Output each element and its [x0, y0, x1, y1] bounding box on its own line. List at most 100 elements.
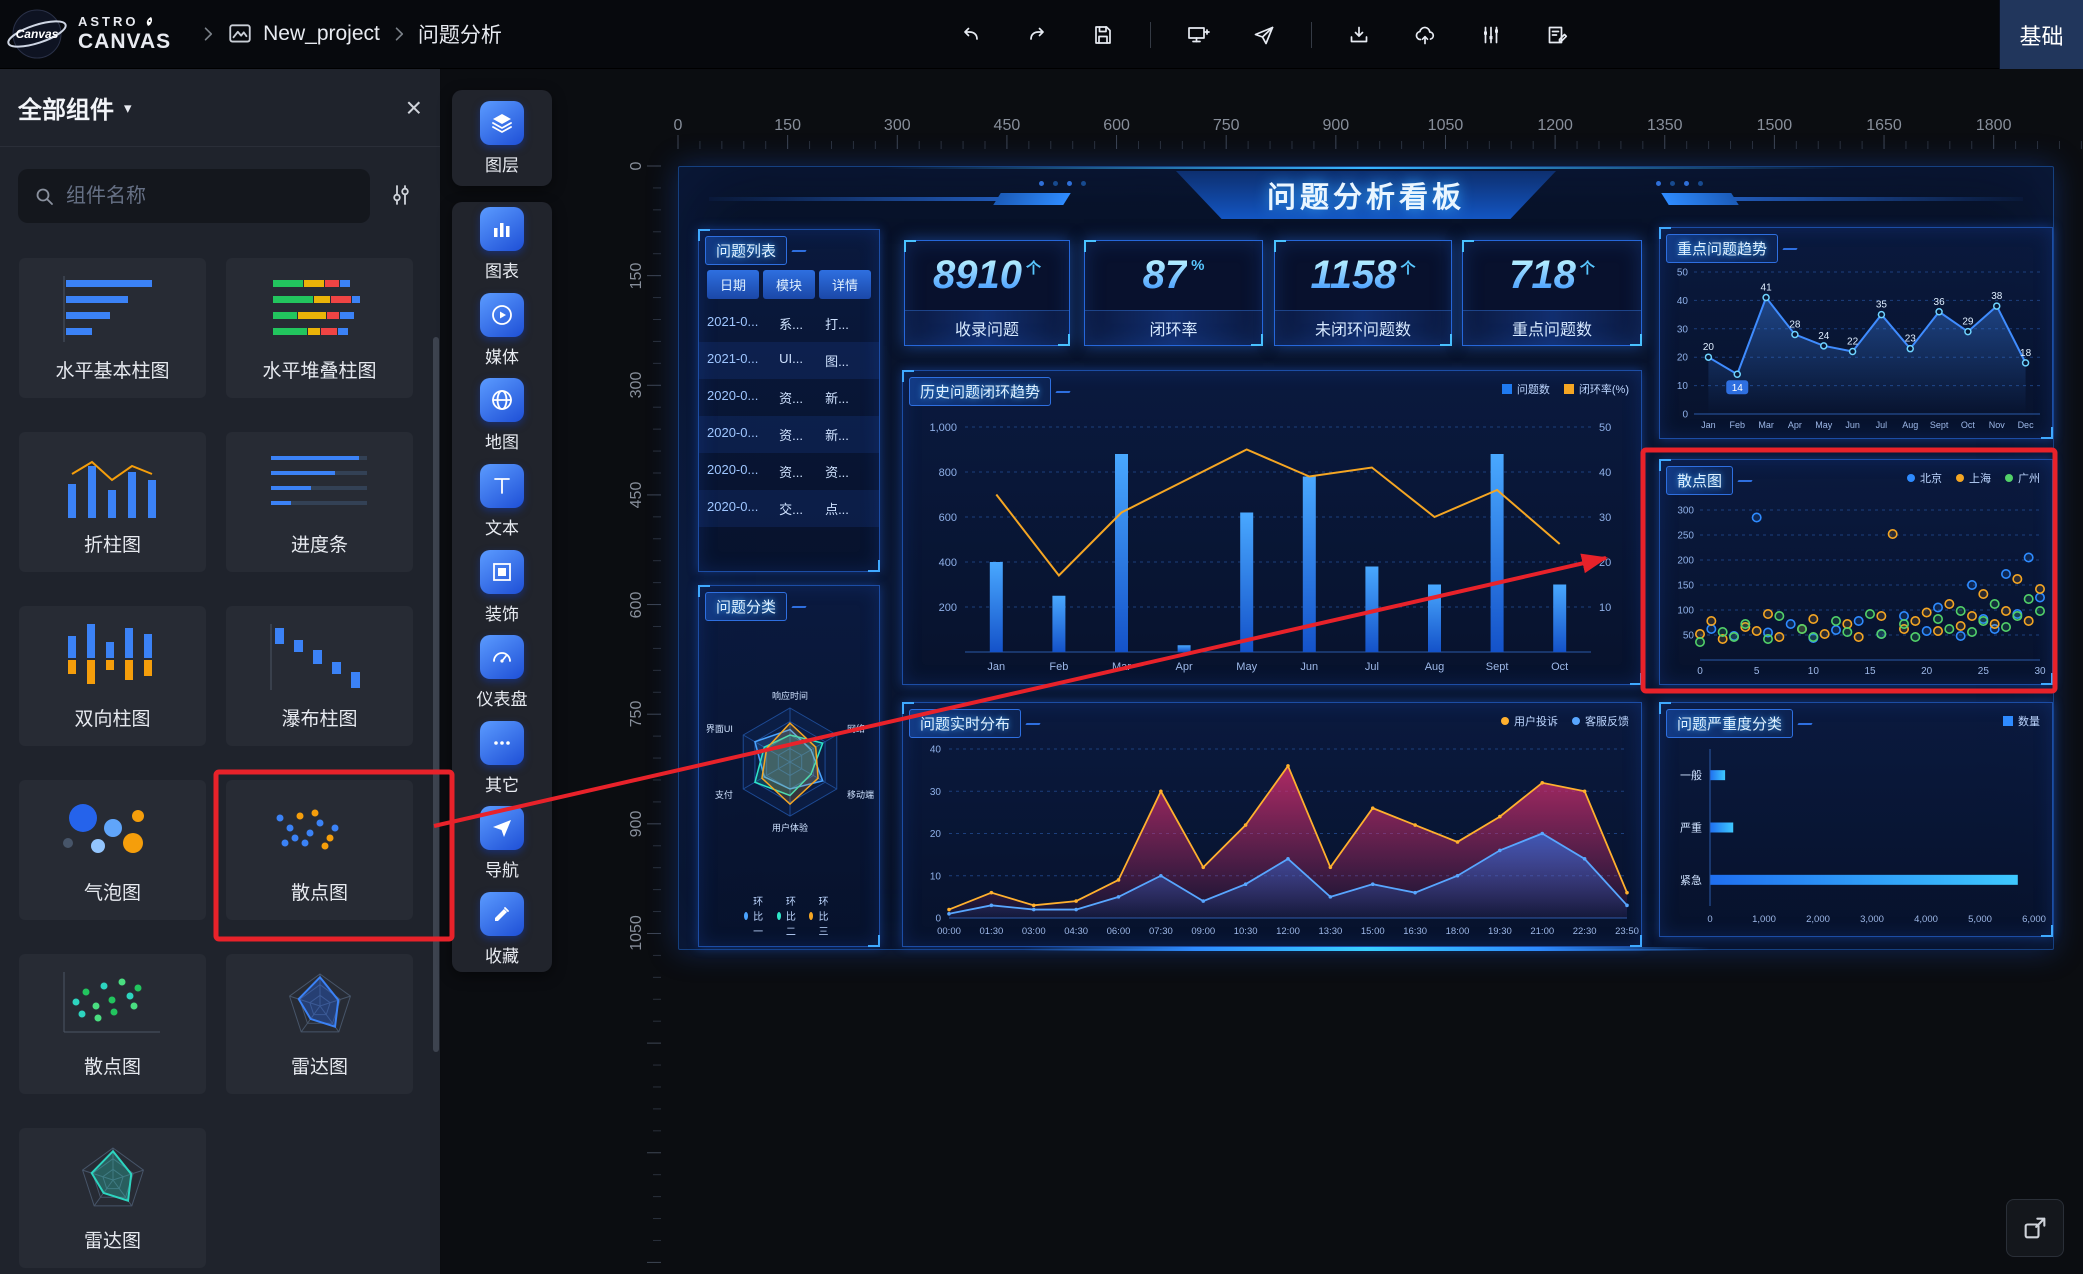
realtime-distribution-panel[interactable]: 问题实时分布 用户投诉客服反馈 01020304000:0001:3003:00…	[902, 702, 1642, 947]
filter-button[interactable]	[386, 181, 416, 211]
table-row[interactable]: 2020-0...资...资...	[699, 453, 879, 490]
table-cell: UI...	[779, 351, 825, 370]
component-card-waterfall[interactable]: 瀑布柱图	[226, 606, 413, 746]
category-layers[interactable]: 图层	[452, 90, 552, 186]
svg-text:41: 41	[1761, 283, 1773, 294]
category-gauge[interactable]: 仪表盘	[452, 630, 552, 716]
component-label: 水平基本柱图	[55, 356, 169, 383]
table-row[interactable]: 2021-0...系...打...	[699, 305, 879, 342]
basic-mode-button[interactable]: 基础	[1999, 0, 2083, 69]
svg-text:50: 50	[1677, 268, 1689, 279]
svg-text:1,000: 1,000	[1752, 914, 1776, 925]
kpi-value: 87	[1143, 253, 1188, 298]
chart-legend: 用户投诉客服反馈	[1501, 713, 1629, 729]
category-label: 仪表盘	[477, 685, 528, 710]
svg-text:10: 10	[1677, 381, 1689, 392]
legend-label: 数量	[2018, 713, 2040, 729]
column-header[interactable]: 模块	[763, 270, 815, 299]
kpi-card[interactable]: 8910个收录问题	[904, 240, 1070, 346]
layers-icon	[480, 101, 524, 145]
svg-text:3,000: 3,000	[1860, 914, 1884, 925]
design-canvas[interactable]: 0150300450600750900105012001350150016501…	[441, 69, 2083, 1274]
monitor-add-button[interactable]	[1179, 16, 1217, 54]
severity-panel[interactable]: 问题严重度分类 数量 01,0002,0003,0004,0005,0006,0…	[1659, 702, 2053, 937]
kpi-unit: 个	[1401, 257, 1416, 278]
window-popout-button[interactable]	[2006, 1199, 2064, 1257]
scatter-chart-panel[interactable]: 散点图 北京上海广州 50100150200250300051015202530	[1659, 459, 2053, 685]
dashboard-canvas[interactable]: 问题分析看板 问题列表 日期模块详情 2021-0...系...打...2021…	[678, 166, 2054, 950]
components-panel-title[interactable]: 全部组件	[18, 90, 114, 125]
horizontal-bar-chart: 01,0002,0003,0004,0005,0006,000一般严重紧急	[1660, 703, 2054, 938]
decor-icon	[480, 550, 524, 594]
component-card-hstack[interactable]: 水平堆叠柱图	[226, 258, 413, 398]
svg-text:14: 14	[1732, 383, 1744, 394]
table-cell: 图...	[825, 351, 871, 370]
component-card-bubble[interactable]: 气泡图	[19, 780, 206, 920]
legend-label: 闭环率(%)	[1579, 381, 1629, 397]
component-card-scatter[interactable]: 散点图	[226, 780, 413, 920]
component-label: 水平堆叠柱图	[262, 356, 376, 383]
monitor-add-icon	[1186, 23, 1210, 47]
category-text[interactable]: 文本	[452, 459, 552, 545]
kpi-card[interactable]: 718个重点问题数	[1462, 240, 1642, 346]
kpi-card[interactable]: 87%闭环率	[1084, 240, 1263, 346]
ruler-mark: 1500	[1757, 117, 1793, 135]
save-button[interactable]	[1084, 16, 1122, 54]
search-input[interactable]	[66, 185, 356, 208]
table-row[interactable]: 2020-0...资...新...	[699, 379, 879, 416]
category-charts[interactable]: 图表	[452, 202, 552, 288]
svg-text:0: 0	[935, 914, 941, 925]
category-map[interactable]: 地图	[452, 373, 552, 459]
column-header[interactable]: 详情	[819, 270, 871, 299]
category-label: 地图	[485, 428, 519, 453]
ruler-mark: 450	[994, 117, 1021, 135]
problem-category-panel[interactable]: 问题分类 响应时间网络移动端用户体验支付界面UI 环比一环比二环比三	[698, 585, 880, 947]
map-icon	[480, 378, 524, 422]
cloud-upload-button[interactable]	[1406, 16, 1444, 54]
close-panel-button[interactable]: ×	[406, 94, 422, 122]
legend-swatch	[1956, 474, 1964, 482]
column-header[interactable]: 日期	[707, 270, 759, 299]
table-row[interactable]: 2020-0...交...点...	[699, 490, 879, 527]
table-row[interactable]: 2020-0...资...新...	[699, 416, 879, 453]
undo-button[interactable]	[952, 16, 990, 54]
legend-item: 上海	[1956, 470, 1991, 486]
redo-button[interactable]	[1018, 16, 1056, 54]
report-button[interactable]	[1538, 16, 1576, 54]
history-trend-panel[interactable]: 历史问题闭环趋势 问题数闭环率(%) 200104002060030800401…	[902, 370, 1642, 685]
kpi-card[interactable]: 1158个未闭环问题数	[1274, 240, 1452, 346]
legend-swatch	[2003, 716, 2013, 726]
problem-list-panel[interactable]: 问题列表 日期模块详情 2021-0...系...打...2021-0...UI…	[698, 229, 880, 572]
legend-label: 环比三	[818, 893, 834, 938]
svg-text:40: 40	[1677, 296, 1689, 307]
svg-text:28: 28	[1789, 319, 1801, 330]
panel-scrollbar[interactable]	[433, 337, 439, 1052]
component-card-scatter2[interactable]: 散点图	[19, 954, 206, 1094]
key-problem-trend-panel[interactable]: 重点问题趋势 0102030405020Jan14Feb41Mar28Apr24…	[1659, 227, 2053, 439]
breadcrumb-project[interactable]: New_project	[263, 22, 380, 46]
category-decor[interactable]: 装饰	[452, 544, 552, 630]
component-card-radar2[interactable]: 雷达图	[19, 1128, 206, 1268]
svg-text:Jun: Jun	[1300, 661, 1318, 673]
category-toolbar: 图表媒体地图文本装饰仪表盘其它导航收藏	[452, 202, 552, 972]
download-button[interactable]	[1340, 16, 1378, 54]
svg-text:30: 30	[1677, 324, 1689, 335]
component-card-bidir[interactable]: 双向柱图	[19, 606, 206, 746]
svg-text:06:00: 06:00	[1107, 926, 1131, 937]
send-button[interactable]	[1245, 16, 1283, 54]
svg-text:23: 23	[1905, 334, 1917, 345]
radar-chart: 响应时间网络移动端用户体验支付界面UI	[699, 612, 881, 922]
component-card-progress[interactable]: 进度条	[226, 432, 413, 572]
component-card-radar[interactable]: 雷达图	[226, 954, 413, 1094]
kpi-label: 未闭环问题数	[1275, 310, 1451, 345]
caret-down-icon[interactable]: ▾	[124, 99, 132, 117]
category-media[interactable]: 媒体	[452, 288, 552, 374]
component-card-linebar[interactable]: 折柱图	[19, 432, 206, 572]
sliders-button[interactable]	[1472, 16, 1510, 54]
component-card-hbar[interactable]: 水平基本柱图	[19, 258, 206, 398]
category-nav[interactable]: 导航	[452, 801, 552, 887]
table-row[interactable]: 2021-0...UI...图...	[699, 342, 879, 379]
svg-text:00:00: 00:00	[937, 926, 961, 937]
category-other[interactable]: 其它	[452, 715, 552, 801]
category-fav[interactable]: 收藏	[452, 887, 552, 973]
